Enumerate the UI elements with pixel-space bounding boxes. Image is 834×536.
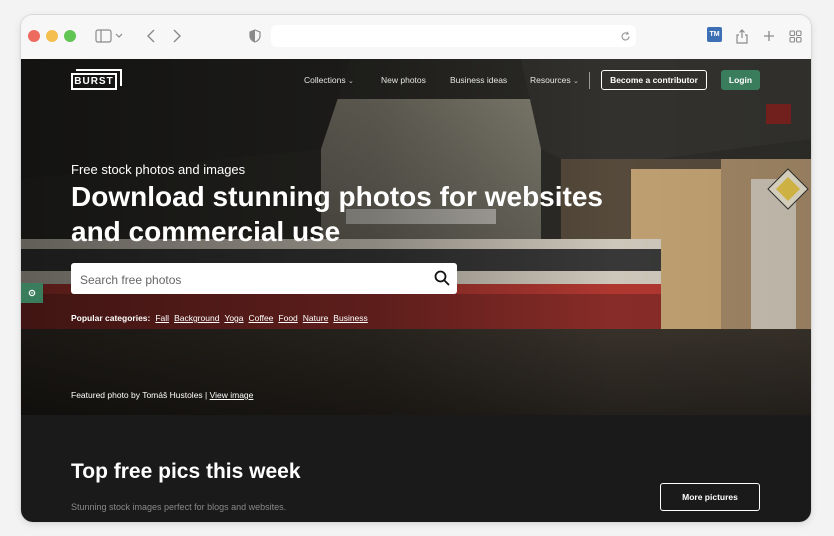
featured-photo-credit: Featured photo by Tomáš Hustoles | View … xyxy=(71,390,253,400)
category-link-yoga[interactable]: Yoga xyxy=(224,313,243,323)
gear-icon xyxy=(28,289,36,297)
popular-categories-label: Popular categories: xyxy=(71,313,151,323)
chevron-down-icon: ⌄ xyxy=(347,78,354,85)
become-contributor-button[interactable]: Become a contributor xyxy=(601,70,707,90)
featured-credit-text: Featured photo by Tomáš Hustoles | xyxy=(71,390,210,400)
login-button[interactable]: Login xyxy=(721,70,760,90)
tab-overview-icon[interactable] xyxy=(787,25,803,47)
zoom-window-button[interactable] xyxy=(64,30,76,42)
nav-divider xyxy=(589,72,590,89)
nav-new-photos[interactable]: New photos xyxy=(381,75,426,85)
address-bar[interactable] xyxy=(271,25,636,47)
extension-icon[interactable]: TM xyxy=(707,27,722,42)
category-link-fall[interactable]: Fall xyxy=(155,313,169,323)
top-nav: BURST Collections ⌄ New photos Business … xyxy=(21,59,811,103)
nav-resources-label: Resources xyxy=(530,75,571,85)
page-content: BURST Collections ⌄ New photos Business … xyxy=(21,59,811,522)
search-box xyxy=(71,263,457,296)
hero-headline: Download stunning photos for websites an… xyxy=(71,181,603,247)
chevron-down-icon: ⌄ xyxy=(573,78,579,85)
minimize-window-button[interactable] xyxy=(46,30,58,42)
nav-business-ideas[interactable]: Business ideas xyxy=(450,75,507,85)
burst-logo[interactable]: BURST xyxy=(71,73,117,90)
reload-icon[interactable] xyxy=(618,25,632,47)
view-image-link[interactable]: View image xyxy=(210,390,254,400)
share-icon[interactable] xyxy=(734,25,750,47)
category-link-business[interactable]: Business xyxy=(333,313,368,323)
back-icon[interactable] xyxy=(143,25,159,47)
category-link-coffee[interactable]: Coffee xyxy=(249,313,274,323)
category-link-nature[interactable]: Nature xyxy=(303,313,329,323)
top-pics-description: Stunning stock images perfect for blogs … xyxy=(71,502,287,512)
close-window-button[interactable] xyxy=(28,30,40,42)
hero-section: BURST Collections ⌄ New photos Business … xyxy=(21,59,811,415)
more-pictures-button[interactable]: More pictures xyxy=(660,483,760,511)
category-link-food[interactable]: Food xyxy=(278,313,297,323)
search-icon[interactable] xyxy=(433,269,451,287)
nav-collections[interactable]: Collections ⌄ xyxy=(304,75,354,85)
shield-icon[interactable] xyxy=(247,25,263,47)
nav-resources[interactable]: Resources ⌄ xyxy=(530,75,579,85)
hero-subtitle: Free stock photos and images xyxy=(71,162,246,177)
search-input[interactable] xyxy=(78,263,422,296)
top-pics-title: Top free pics this week xyxy=(71,460,301,483)
browser-window: TM BURST Collections ⌄ New photos Busine… xyxy=(21,15,811,522)
new-tab-icon[interactable] xyxy=(761,25,777,47)
category-link-background[interactable]: Background xyxy=(174,313,219,323)
side-widget-tab[interactable] xyxy=(21,283,43,303)
browser-toolbar: TM xyxy=(21,15,811,60)
forward-icon[interactable] xyxy=(169,25,185,47)
popular-categories: Popular categories: Fall Background Yoga… xyxy=(71,313,368,323)
sidebar-icon[interactable] xyxy=(94,25,126,47)
nav-collections-label: Collections xyxy=(304,75,346,85)
